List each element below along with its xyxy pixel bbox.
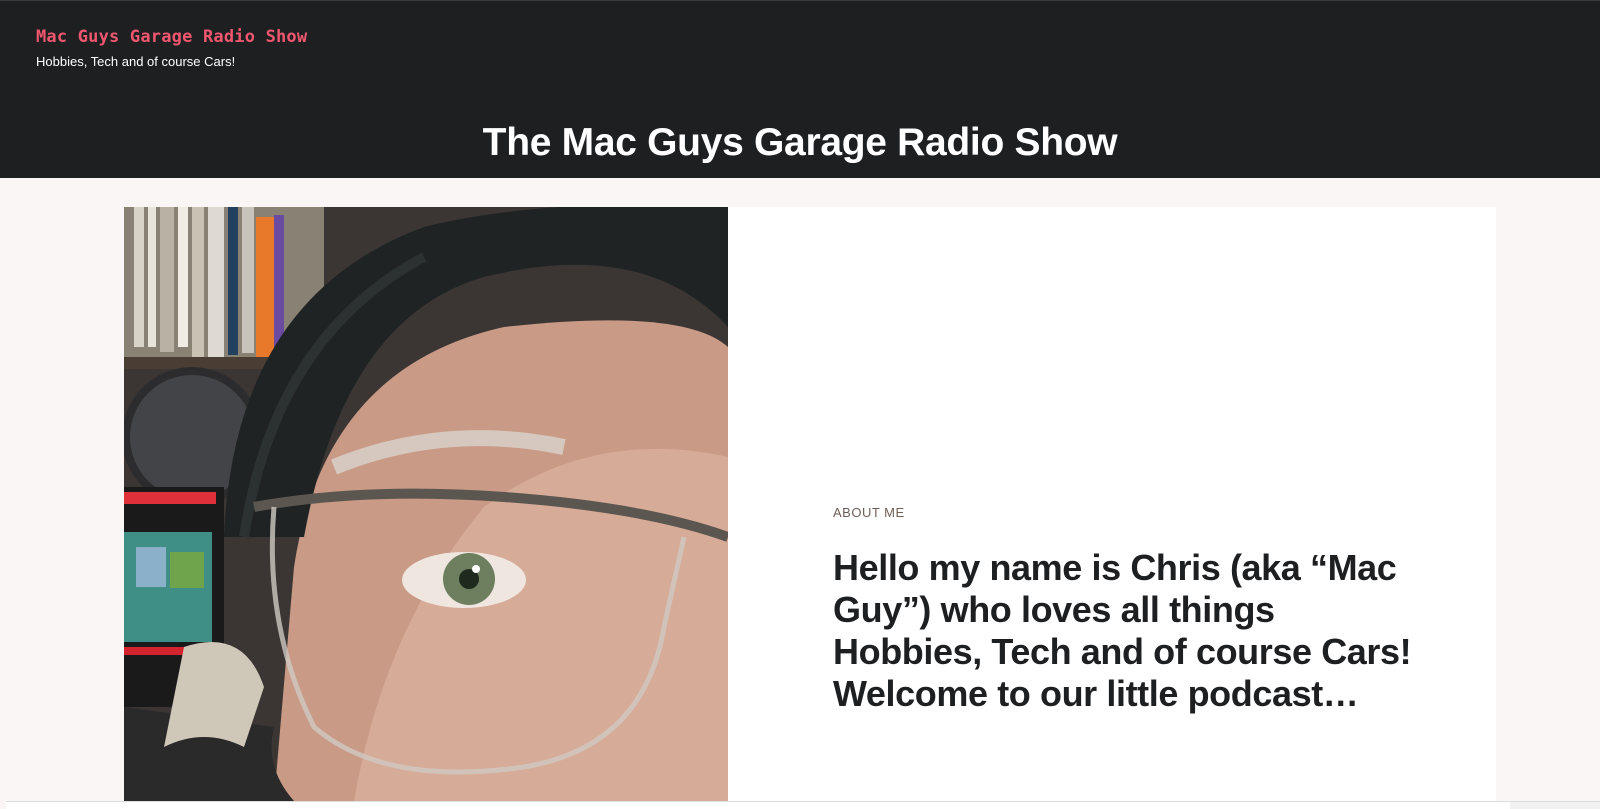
host-portrait-image: [124, 207, 728, 801]
about-feature-card: ABOUT ME Hello my name is Chris (aka “Ma…: [124, 207, 1496, 801]
about-eyebrow-label: ABOUT ME: [833, 505, 905, 520]
cookie-notice-action[interactable]: [1510, 801, 1600, 809]
site-header: Mac Guys Garage Radio Show Hobbies, Tech…: [0, 0, 1600, 178]
site-tagline: Hobbies, Tech and of course Cars!: [36, 54, 236, 69]
cookie-notice-bar: [6, 801, 1510, 809]
page-title: The Mac Guys Garage Radio Show: [482, 121, 1118, 164]
about-heading: Hello my name is Chris (aka “Mac Guy”) w…: [833, 547, 1412, 714]
site-title-link[interactable]: Mac Guys Garage Radio Show: [36, 27, 307, 47]
